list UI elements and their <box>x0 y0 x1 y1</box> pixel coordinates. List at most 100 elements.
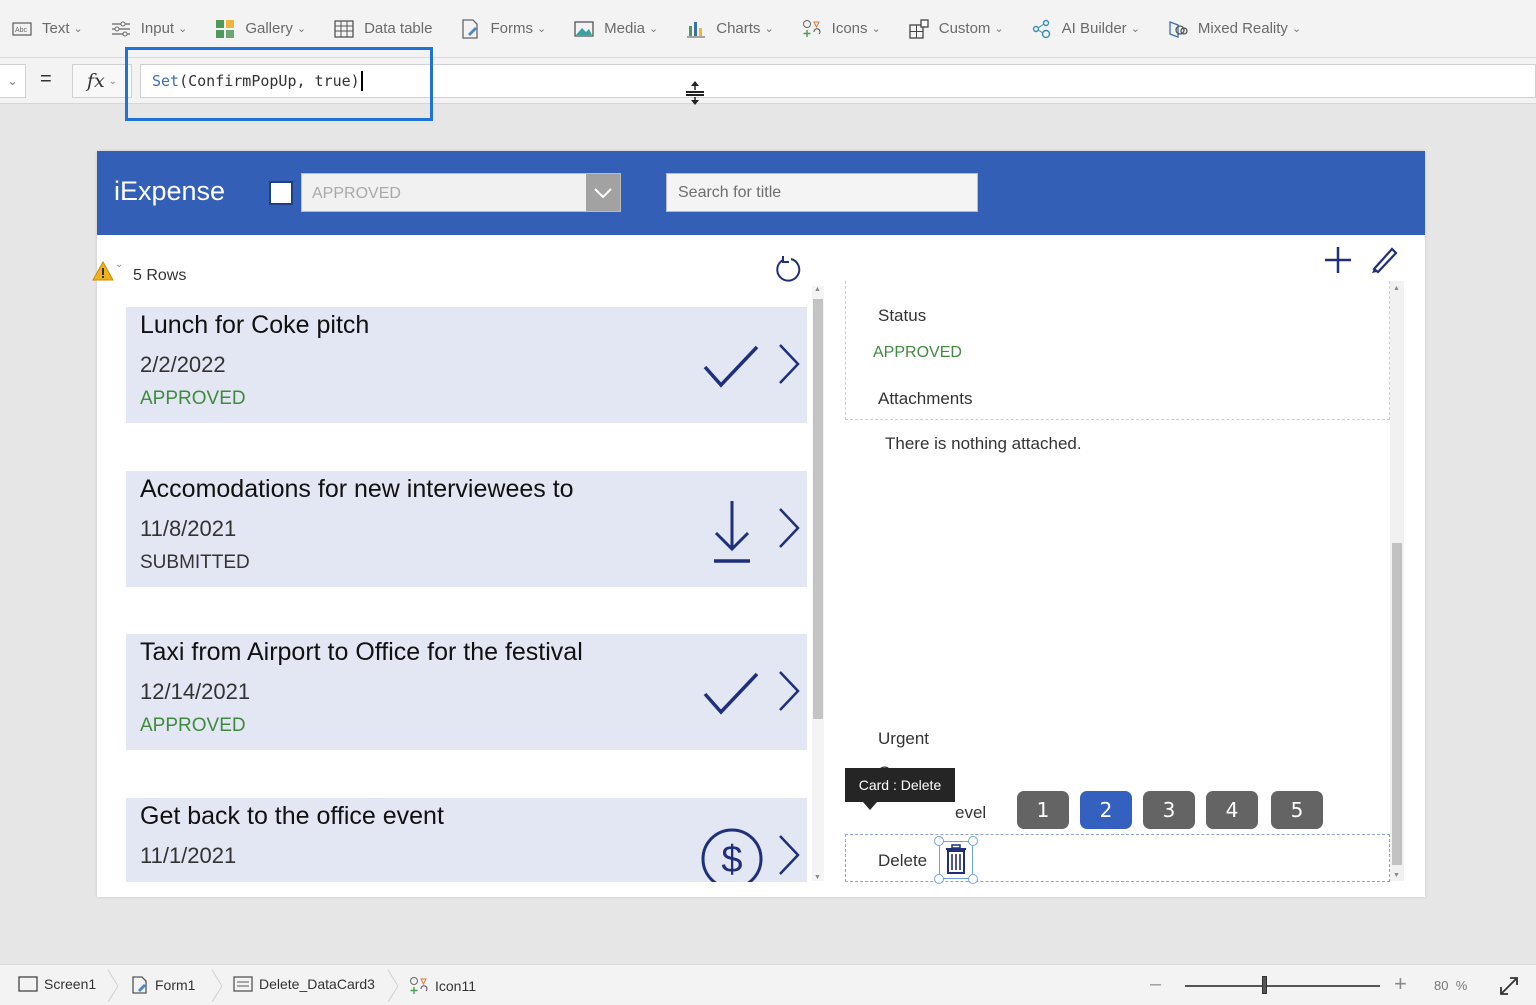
filter-checkbox[interactable] <box>269 181 293 205</box>
property-dropdown[interactable]: ⌄ <box>0 64 26 98</box>
status-filter-dropdown[interactable]: APPROVED <box>301 173 621 212</box>
breadcrumb-separator <box>107 969 119 1003</box>
item-title: Lunch for Coke pitch <box>140 311 370 339</box>
trash-icon[interactable] <box>940 842 972 878</box>
check-icon[interactable] <box>701 664 763 726</box>
text-label-icon: Abc <box>12 19 32 39</box>
ribbon-text[interactable]: Abc Text ⌄ <box>12 19 83 39</box>
ribbon-label: Gallery <box>245 20 293 37</box>
zoom-slider-thumb[interactable] <box>1262 976 1267 994</box>
ribbon-media[interactable]: Media ⌄ <box>574 19 658 39</box>
search-title-input-wrap[interactable] <box>666 173 978 212</box>
zoom-in-button[interactable]: + <box>1394 971 1407 997</box>
zoom-level: 80 % <box>1434 978 1467 993</box>
breadcrumb-separator <box>211 969 223 1003</box>
level-option-1[interactable]: 1 <box>1017 791 1069 829</box>
ribbon-label: Custom <box>938 20 991 37</box>
ribbon-label: Text <box>42 20 70 37</box>
gallery-item[interactable]: Accomodations for new interviewees to 11… <box>126 471 807 587</box>
data-table-icon <box>334 19 354 39</box>
chevron-down-icon: ⌄ <box>7 74 18 88</box>
chevron-right-icon[interactable] <box>776 507 802 549</box>
app-header: iExpense APPROVED <box>97 151 1425 235</box>
chevron-down-icon <box>594 187 612 198</box>
level-option-2[interactable]: 2 <box>1080 791 1132 829</box>
delete-icon-selection[interactable] <box>934 836 978 884</box>
level-option-3[interactable]: 3 <box>1143 791 1195 829</box>
search-title-input[interactable] <box>678 183 977 202</box>
card-tooltip: Card : Delete <box>845 768 955 810</box>
chevron-down-icon[interactable]: ⌄ <box>115 259 123 270</box>
item-date: 11/8/2021 <box>140 516 237 541</box>
ribbon-icons[interactable]: Icons ⌄ <box>802 19 881 39</box>
ribbon-input[interactable]: Input ⌄ <box>111 19 187 39</box>
scrollbar-thumb[interactable] <box>813 299 823 719</box>
ribbon-label: Data table <box>364 20 433 37</box>
scroll-up-icon[interactable]: ▲ <box>1393 285 1400 292</box>
ribbon-gallery[interactable]: Gallery ⌄ <box>215 19 306 39</box>
item-title: Accomodations for new interviewees to <box>140 475 574 503</box>
zoom-value: 80 <box>1434 978 1449 993</box>
breadcrumb-label: Icon11 <box>435 978 476 994</box>
chevron-down-icon: ⌄ <box>536 23 547 35</box>
breadcrumb-separator <box>387 969 399 1003</box>
form-icon <box>131 976 149 994</box>
warning-icon[interactable] <box>92 261 114 281</box>
chevron-down-icon: ⌄ <box>764 23 774 35</box>
ribbon-ai-builder[interactable]: AI Builder ⌄ <box>1032 19 1140 39</box>
gallery-scrollbar[interactable]: ▲ ▼ <box>812 286 824 881</box>
formula-resize-handle[interactable] <box>684 80 706 106</box>
chevron-right-icon[interactable] <box>776 670 802 712</box>
chevron-down-icon: ⌄ <box>296 23 307 35</box>
ribbon-data-table[interactable]: Data table <box>334 19 432 39</box>
item-status: APPROVED <box>140 388 246 409</box>
chevron-right-icon[interactable] <box>776 343 802 385</box>
level-option-4[interactable]: 4 <box>1206 791 1258 829</box>
breadcrumb-icon11[interactable]: Icon11 <box>409 976 476 996</box>
breadcrumb-form1[interactable]: Form1 <box>131 976 195 994</box>
scroll-down-icon[interactable]: ▼ <box>1393 872 1400 879</box>
chevron-down-icon: ⌄ <box>994 23 1004 35</box>
form-scrollbar[interactable]: ▲ ▼ <box>1390 281 1404 881</box>
refresh-icon[interactable] <box>774 255 804 285</box>
app-title: iExpense <box>114 176 226 206</box>
chevron-down-icon: ⌄ <box>1291 23 1302 35</box>
formula-input[interactable]: Set (ConfirmPopUp, true) <box>140 64 1536 98</box>
formula-function: Set <box>152 72 180 90</box>
ai-builder-icon <box>1032 19 1052 39</box>
ribbon-charts[interactable]: Charts ⌄ <box>686 19 774 39</box>
scroll-up-icon[interactable]: ▲ <box>814 286 821 293</box>
dropdown-button[interactable] <box>586 174 620 211</box>
item-date: 11/1/2021 <box>140 843 237 868</box>
download-icon[interactable] <box>701 501 763 563</box>
scroll-down-icon[interactable]: ▼ <box>814 874 821 881</box>
breadcrumb-delete-datacard3[interactable]: Delete_DataCard3 <box>233 976 375 992</box>
gallery-item[interactable]: Lunch for Coke pitch 2/2/2022 APPROVED <box>126 307 807 423</box>
function-button[interactable]: fx ⌄ <box>72 64 132 98</box>
fullscreen-icon[interactable] <box>1498 975 1520 997</box>
level-option-5[interactable]: 5 <box>1271 791 1323 829</box>
breadcrumb-label: Delete_DataCard3 <box>259 976 375 992</box>
scrollbar-thumb[interactable] <box>1392 543 1402 865</box>
zoom-slider[interactable] <box>1185 985 1380 987</box>
formula-bar: ⌄ = fx ⌄ Set (ConfirmPopUp, true) <box>0 58 1536 104</box>
item-status: APPROVED <box>140 715 246 736</box>
icons-icon <box>409 976 429 996</box>
equals-sign: = <box>40 68 52 90</box>
breadcrumb-screen1[interactable]: Screen1 <box>18 976 96 992</box>
chevron-down-icon: ⌄ <box>108 75 118 87</box>
zoom-out-button[interactable]: – <box>1150 973 1161 996</box>
gallery-item[interactable]: Taxi from Airport to Office for the fest… <box>126 634 807 750</box>
ribbon-forms[interactable]: Forms ⌄ <box>460 18 547 39</box>
chevron-right-icon[interactable] <box>776 834 802 876</box>
ribbon-label: Media <box>604 20 646 37</box>
ribbon-mixed-reality[interactable]: Mixed Reality ⌄ <box>1168 19 1301 39</box>
add-icon[interactable] <box>1324 246 1352 274</box>
gallery-item[interactable]: Get back to the office event 11/1/2021 $ <box>126 798 807 882</box>
check-icon[interactable] <box>701 337 763 399</box>
ribbon-custom[interactable]: Custom ⌄ <box>909 18 1004 39</box>
insert-ribbon: Abc Text ⌄ Input ⌄ Gallery ⌄ Data table For… <box>0 0 1536 58</box>
dollar-icon[interactable]: $ <box>701 828 763 882</box>
edit-pencil-icon[interactable] <box>1369 244 1399 274</box>
chevron-down-icon: ⌄ <box>871 23 881 35</box>
